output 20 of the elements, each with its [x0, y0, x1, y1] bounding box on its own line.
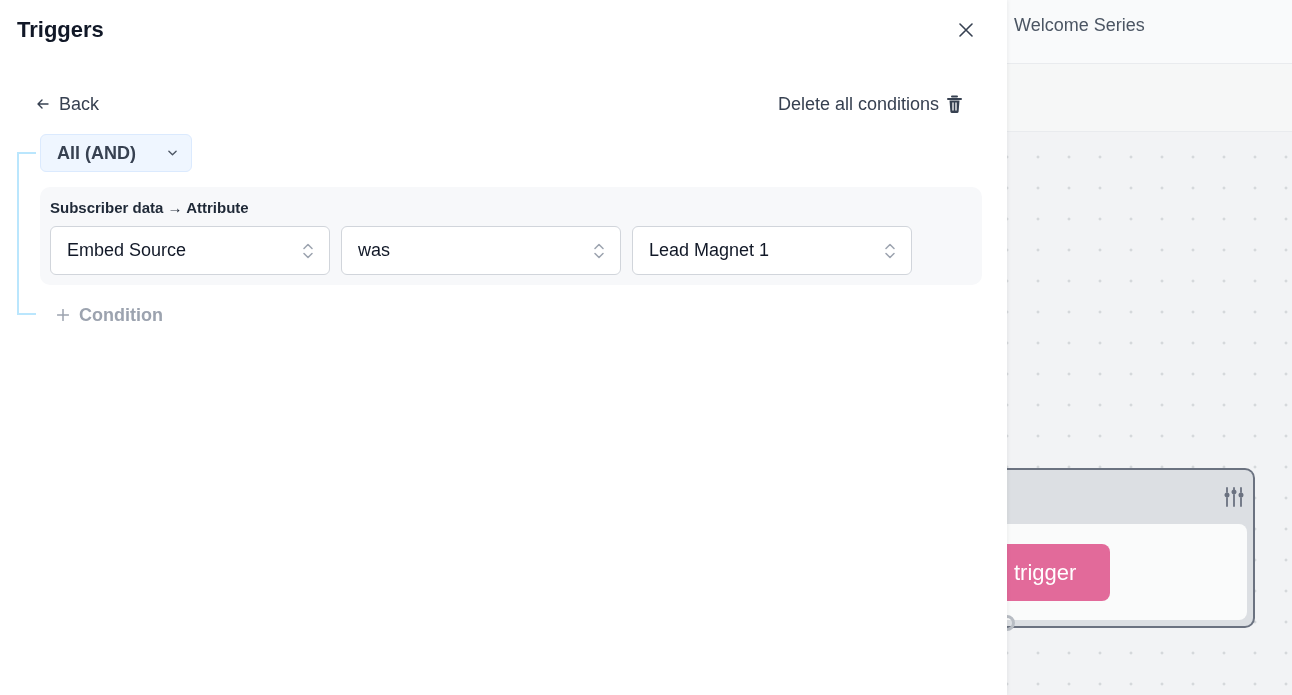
connector-port-icon[interactable]	[1007, 615, 1015, 631]
chevron-down-icon	[168, 150, 177, 156]
select-field[interactable]: Embed Source	[50, 226, 330, 275]
select-field[interactable]: Lead Magnet 1	[632, 226, 912, 275]
close-icon	[959, 23, 973, 37]
sliders-icon[interactable]	[1224, 487, 1244, 507]
back-button[interactable]: Back	[37, 93, 100, 115]
up-down-chevron-icon	[594, 242, 604, 259]
breadcrumb[interactable]: Welcome Series	[1014, 15, 1145, 36]
condition-source-label: Subscriber data → Attribute	[50, 199, 249, 217]
trash-icon	[947, 94, 962, 114]
up-down-chevron-icon	[303, 242, 313, 259]
select-field[interactable]: was	[341, 226, 621, 275]
plus-icon	[57, 309, 69, 321]
up-down-chevron-icon	[885, 242, 895, 259]
panel-title: Triggers	[17, 17, 104, 43]
delete-all-button[interactable]: Delete all conditions	[777, 93, 962, 115]
left-arrow-icon	[37, 99, 49, 109]
close-button[interactable]	[959, 23, 973, 37]
operator-dropdown[interactable]: All (AND)	[40, 134, 192, 172]
